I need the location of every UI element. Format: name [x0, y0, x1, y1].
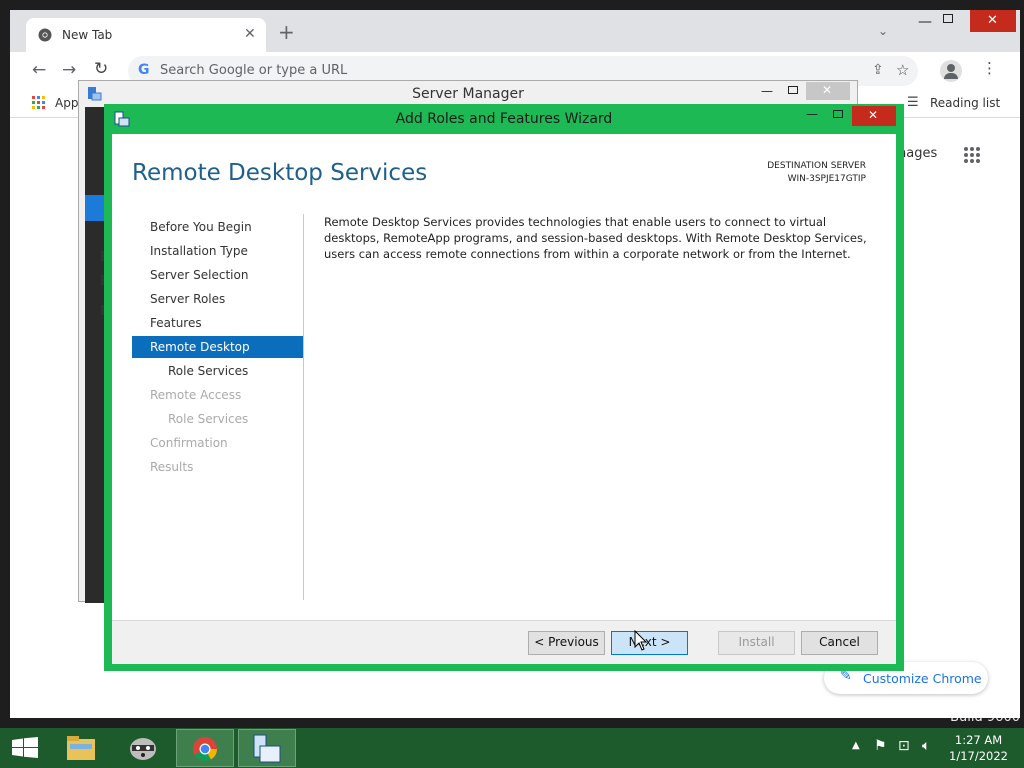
server-manager-title: Server Manager — [412, 86, 524, 102]
tab-new-tab[interactable]: New Tab ✕ — [26, 18, 266, 52]
nav-role-services[interactable]: Role Services — [132, 360, 303, 382]
install-button: Install — [718, 631, 795, 655]
chrome-icon — [193, 737, 217, 762]
back-icon[interactable]: ← — [32, 60, 46, 80]
previous-button[interactable]: < Previous — [528, 631, 605, 655]
wizard-window: Add Roles and Features Wizard — ✕ Remote… — [104, 104, 904, 671]
sm-maximize-icon[interactable] — [788, 86, 798, 94]
network-icon[interactable]: ⊡ — [898, 738, 910, 754]
wizard-title: Add Roles and Features Wizard — [395, 111, 613, 127]
raccoon-icon — [130, 738, 156, 760]
wizard-nav: Before You Begin Installation Type Serve… — [132, 214, 304, 600]
chrome-close-button[interactable]: ✕ — [970, 10, 1016, 32]
omnibox-placeholder: Search Google or type a URL — [160, 63, 348, 78]
page-title: Remote Desktop Services — [132, 160, 428, 186]
taskbar-raccoon-app[interactable] — [114, 729, 172, 767]
cancel-button[interactable]: Cancel — [801, 631, 878, 655]
nav-remote-access-role-services: Role Services — [168, 412, 249, 426]
nav-server-selection[interactable]: Server Selection — [132, 264, 303, 286]
wizard-maximize-icon[interactable] — [833, 110, 843, 118]
nav-confirmation: Confirmation — [150, 436, 228, 450]
new-tab-icon[interactable]: + — [278, 22, 295, 42]
google-g-icon: G — [138, 62, 150, 78]
nav-installation-type[interactable]: Installation Type — [132, 240, 303, 262]
chrome-close-icon: ✕ — [987, 13, 998, 28]
nav-server-roles[interactable]: Server Roles — [132, 288, 303, 310]
server-manager-icon — [253, 734, 281, 763]
google-apps-icon[interactable] — [963, 146, 981, 164]
bookmark-star-icon[interactable]: ☆ — [896, 61, 909, 79]
wizard-body: Remote Desktop Services DESTINATION SERV… — [112, 134, 896, 664]
sm-close-icon: ✕ — [822, 83, 833, 97]
tab-search-chevron-icon[interactable]: ⌄ — [878, 24, 888, 38]
chrome-favicon-icon — [38, 28, 52, 42]
destination-server-name: WIN-3SPJE17GTIP — [787, 174, 866, 184]
taskbar-server-manager[interactable] — [238, 729, 296, 767]
clock-time: 1:27 AM — [954, 733, 1003, 747]
description-text: Remote Desktop Services provides technol… — [324, 215, 867, 261]
taskbar: ▲ ⚑ ⊡ 🔈︎ 1:27 AM 1/17/2022 — [0, 728, 1024, 768]
destination-server-label: DESTINATION SERVER — [767, 161, 866, 171]
forward-icon[interactable]: → — [62, 60, 76, 80]
wizard-close-button[interactable]: ✕ — [852, 106, 896, 126]
apps-grid-icon[interactable] — [32, 96, 46, 110]
chrome-minimize-icon[interactable]: — — [918, 14, 932, 30]
apps-bookmark-label[interactable]: App — [55, 96, 78, 110]
wizard-minimize-icon[interactable]: — — [806, 107, 818, 121]
share-icon[interactable]: ⇪ — [872, 62, 884, 78]
sm-close-button[interactable]: ✕ — [806, 82, 850, 100]
nav-remote-desktop-services[interactable]: Remote Desktop Services — [132, 336, 303, 376]
nav-features[interactable]: Features — [132, 312, 303, 334]
taskbar-file-explorer[interactable] — [52, 729, 110, 767]
nav-before-you-begin[interactable]: Before You Begin — [132, 216, 303, 238]
taskbar-chrome[interactable] — [176, 729, 234, 767]
start-windows-icon[interactable] — [12, 737, 38, 759]
reading-list-button[interactable]: Reading list — [930, 96, 1000, 110]
action-center-flag-icon[interactable]: ⚑ — [874, 738, 887, 754]
reload-icon[interactable]: ↻ — [94, 59, 108, 79]
file-explorer-icon — [67, 736, 95, 760]
next-button[interactable]: Next > — [611, 631, 688, 655]
chrome-menu-icon[interactable]: ⋮ — [982, 59, 997, 77]
reading-list-icon: ☰ — [907, 95, 919, 110]
mouse-cursor-icon — [634, 630, 648, 651]
nav-results: Results — [150, 460, 194, 474]
volume-muted-icon[interactable]: 🔈︎ — [922, 738, 930, 754]
profile-avatar-icon[interactable] — [940, 60, 962, 82]
clock-date: 1/17/2022 — [949, 749, 1008, 763]
nav-remote-access: Remote Access — [150, 388, 242, 402]
wizard-close-icon: ✕ — [868, 108, 879, 122]
destination-server-info: DESTINATION SERVER WIN-3SPJE17GTIP — [767, 160, 866, 186]
system-clock[interactable]: 1:27 AM 1/17/2022 — [949, 732, 1008, 764]
tab-title: New Tab — [62, 28, 113, 42]
customize-chrome-label: Customize Chrome — [863, 671, 982, 686]
chrome-maximize-icon[interactable] — [943, 14, 953, 23]
sm-minimize-icon[interactable]: — — [761, 84, 773, 98]
wizard-footer: < Previous Next > Install Cancel — [112, 620, 896, 664]
wizard-titlebar: Add Roles and Features Wizard — ✕ — [104, 104, 904, 134]
show-hidden-icons-icon[interactable]: ▲ — [852, 740, 860, 751]
tab-close-icon[interactable]: ✕ — [244, 26, 256, 42]
chrome-titlebar: New Tab ✕ + ⌄ — ✕ — [10, 10, 1020, 52]
